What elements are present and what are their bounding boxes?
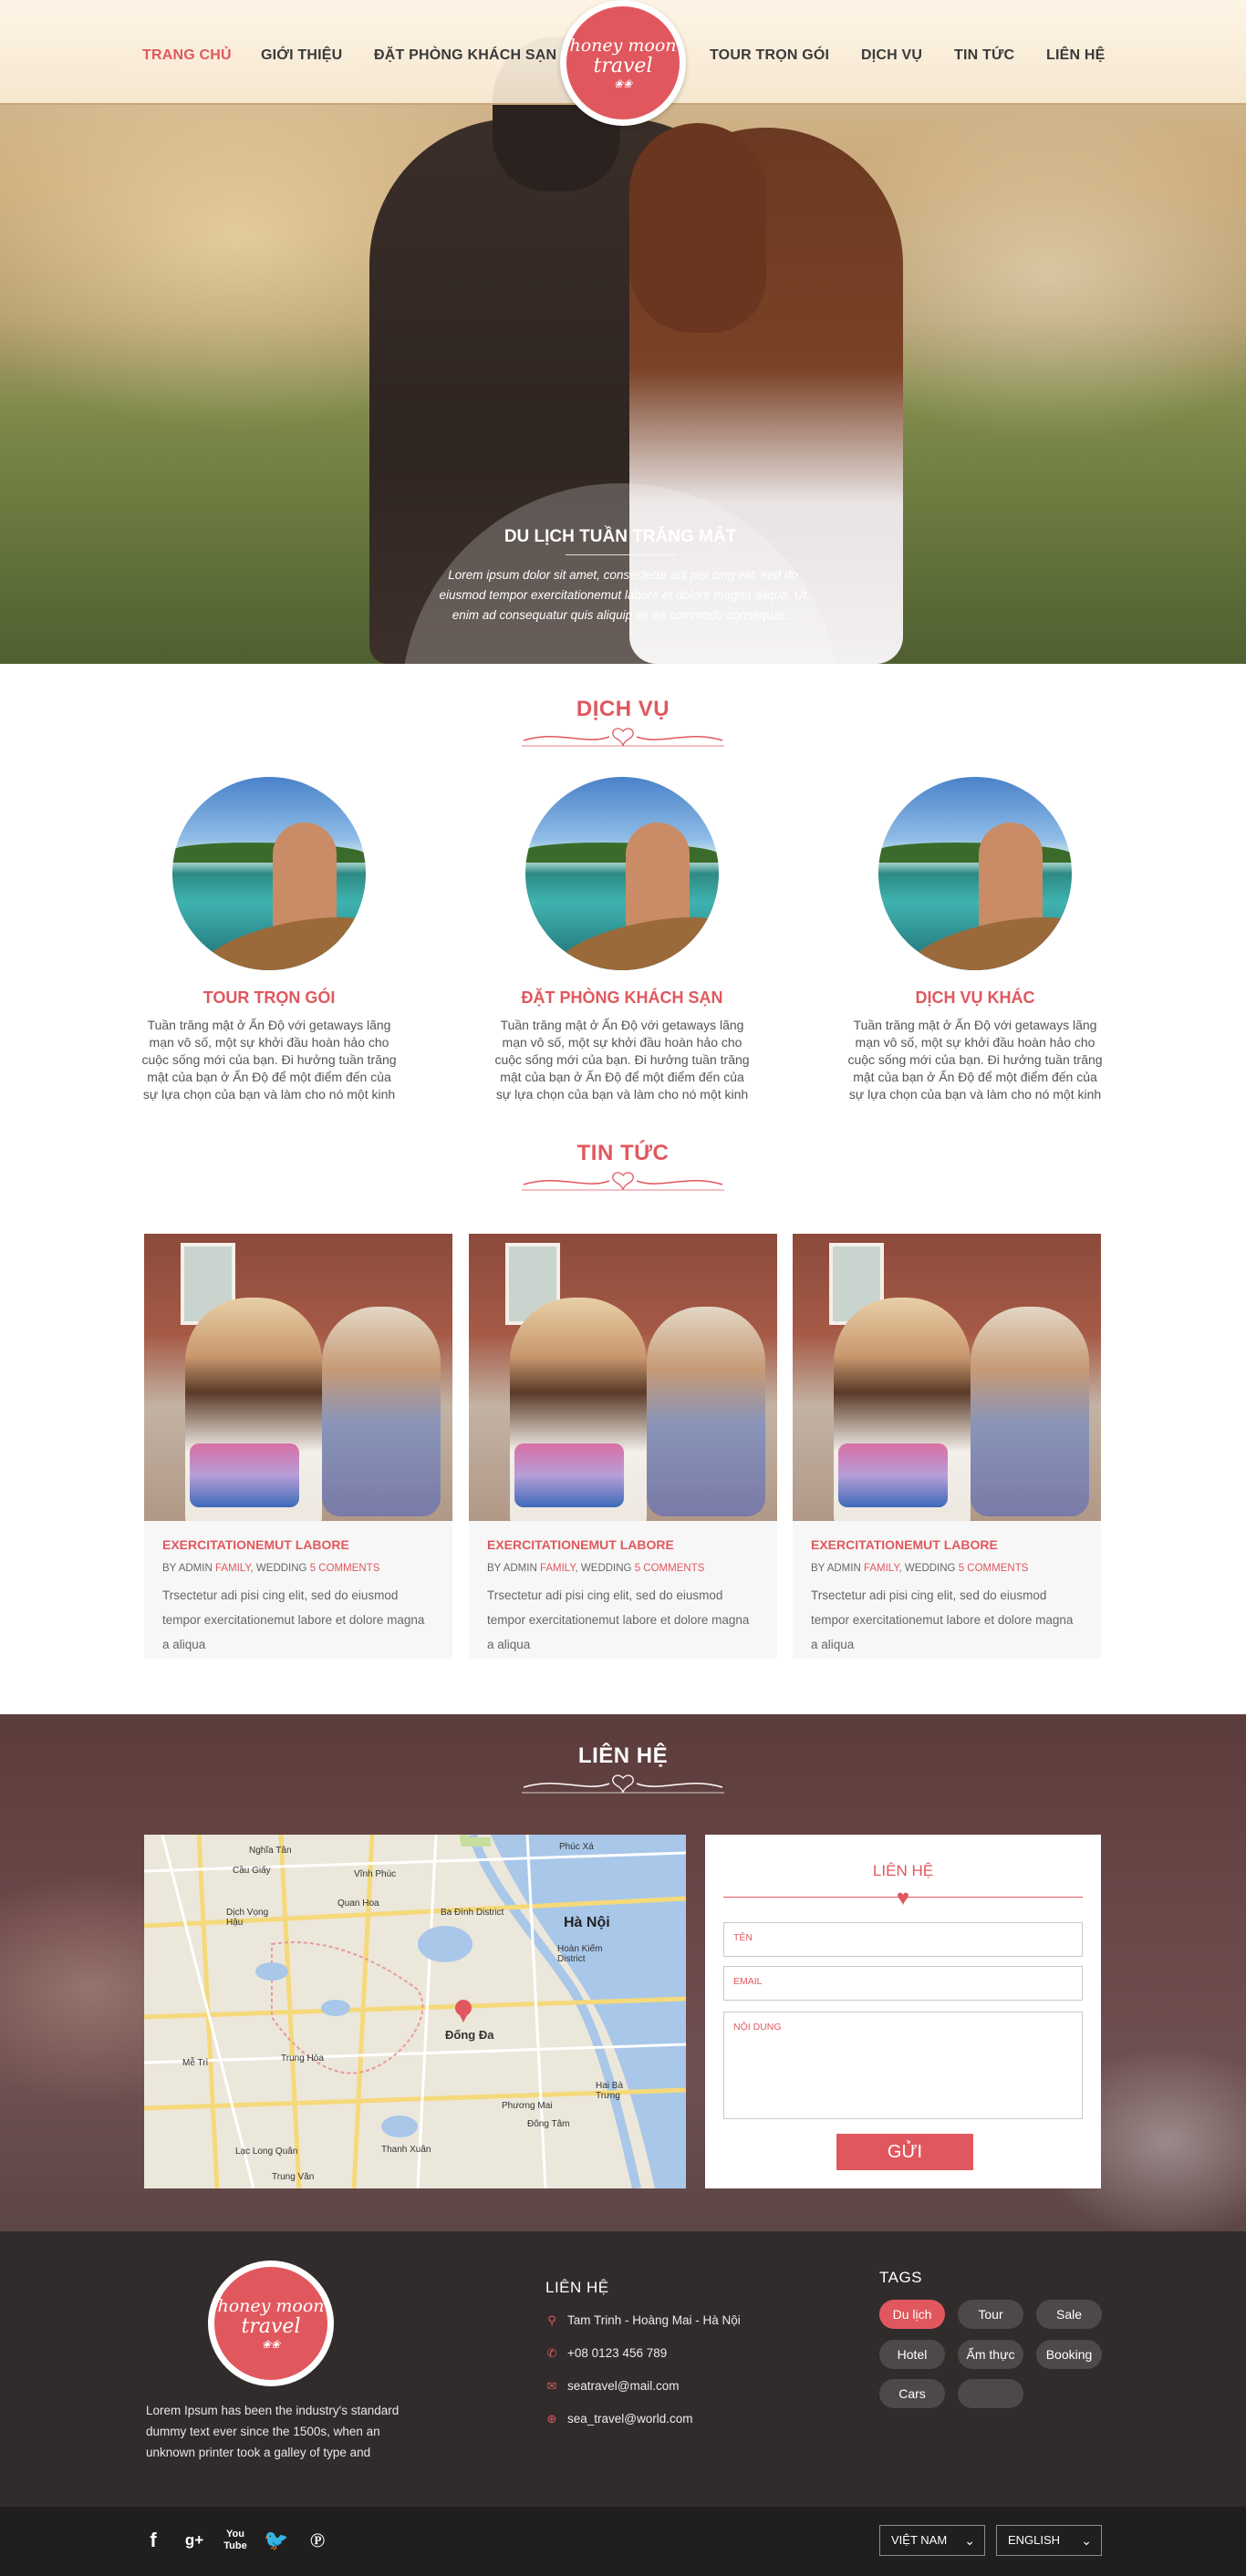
- tag-cars[interactable]: Cars: [879, 2379, 945, 2408]
- news-card: EXERCITATIONEMUT LABORE BY ADMIN FAMILY,…: [469, 1234, 777, 1659]
- message-field[interactable]: NỘI DUNG: [723, 2012, 1083, 2119]
- nav-dich-vu[interactable]: DỊCH VỤ: [861, 47, 922, 64]
- chevron-down-icon: ⌄: [964, 2533, 975, 2548]
- send-button[interactable]: GỬI: [836, 2134, 973, 2170]
- ornament-divider: [522, 728, 724, 747]
- contact-form: LIÊN HỆ ♥ TÊN EMAIL NỘI DUNG GỬI: [705, 1835, 1101, 2188]
- footer-address: ⚲ Tam Trinh - Hoàng Mai - Hà Nội: [545, 2313, 741, 2327]
- news-image[interactable]: [793, 1234, 1101, 1521]
- service-title[interactable]: ĐẶT PHÒNG KHÁCH SẠN: [485, 988, 759, 1008]
- contact-title: LIÊN HỆ: [577, 1743, 669, 1768]
- name-field[interactable]: TÊN: [723, 1922, 1083, 1957]
- service-image: [172, 777, 366, 970]
- service-title[interactable]: DỊCH VỤ KHÁC: [838, 988, 1112, 1008]
- nav-gioi-thieu[interactable]: GIỚI THIỆU: [261, 47, 342, 64]
- hero-text: Lorem ipsum dolor sit amet, consectetur …: [439, 568, 807, 622]
- news-excerpt: Trsectetur adi pisi cing elit, sed do ei…: [811, 1588, 1074, 1651]
- news-title: TIN TỨC: [576, 1141, 670, 1165]
- service-card: TOUR TRỌN GÓI Tuần trăng mật ở Ấn Độ với…: [132, 777, 406, 1103]
- heart-icon: ♥: [896, 1886, 910, 1910]
- mail-icon: ✉: [546, 2378, 557, 2393]
- news-card-title[interactable]: EXERCITATIONEMUT LABORE: [162, 1537, 434, 1552]
- form-title: LIÊN HỆ: [872, 1862, 934, 1879]
- tag-du-lich[interactable]: Du lịch: [879, 2300, 945, 2329]
- location-map[interactable]: Cầu Giấy Vĩnh Phúc Hà Nội Ba Đình Distri…: [144, 1835, 686, 2188]
- news-meta: BY ADMIN FAMILY, WEDDING 5 COMMENTS: [487, 1563, 705, 1574]
- nav-trang-chu[interactable]: TRANG CHỦ: [142, 47, 232, 64]
- pinterest-icon[interactable]: ℗: [304, 2527, 331, 2554]
- footer-logo[interactable]: honey moon travel ❀❀: [208, 2260, 334, 2386]
- site-logo[interactable]: honey moon travel ❀❀: [560, 0, 686, 126]
- language-select-vn[interactable]: VIỆT NAM ⌄: [879, 2525, 985, 2556]
- news-card-title[interactable]: EXERCITATIONEMUT LABORE: [487, 1537, 759, 1552]
- service-card: DỊCH VỤ KHÁC Tuần trăng mật ở Ấn Độ với …: [838, 777, 1112, 1103]
- ornament-divider: [522, 1774, 724, 1794]
- tag-tour[interactable]: Tour: [958, 2300, 1023, 2329]
- service-image: [525, 777, 719, 970]
- footer-website: ⊕ sea_travel@world.com: [546, 2411, 693, 2426]
- service-text: Tuần trăng mật ở Ấn Độ với getaways lãng…: [141, 1018, 397, 1102]
- page: DU LỊCH TUẦN TRĂNG MẬT Lorem ipsum dolor…: [0, 0, 1246, 2576]
- news-card: EXERCITATIONEMUT LABORE BY ADMIN FAMILY,…: [793, 1234, 1101, 1659]
- flower-icon: ❀❀: [261, 2338, 281, 2351]
- footer-tags-heading: TAGS: [879, 2269, 923, 2286]
- news-excerpt: Trsectetur adi pisi cing elit, sed do ei…: [162, 1588, 425, 1651]
- tag-empty[interactable]: [958, 2379, 1023, 2408]
- service-image: [878, 777, 1072, 970]
- footer-phone: ✆ +08 0123 456 789: [546, 2345, 668, 2360]
- service-text: Tuần trăng mật ở Ấn Độ với getaways lãng…: [847, 1018, 1103, 1102]
- news-image[interactable]: [469, 1234, 777, 1521]
- news-card: EXERCITATIONEMUT LABORE BY ADMIN FAMILY,…: [144, 1234, 452, 1659]
- footer-about-text: Lorem Ipsum has been the industry's stan…: [146, 2404, 400, 2459]
- news-meta: BY ADMIN FAMILY, WEDDING 5 COMMENTS: [811, 1563, 1029, 1574]
- hero-divider: [566, 554, 675, 555]
- footer: [0, 2231, 1246, 2507]
- service-title[interactable]: TOUR TRỌN GÓI: [132, 988, 406, 1008]
- chevron-down-icon: ⌄: [1081, 2533, 1092, 2548]
- footer-email: ✉ seatravel@mail.com: [546, 2378, 680, 2393]
- services-title: DỊCH VỤ: [576, 697, 670, 721]
- globe-icon: ⊕: [546, 2411, 557, 2426]
- news-meta: BY ADMIN FAMILY, WEDDING 5 COMMENTS: [162, 1563, 380, 1574]
- nav-tour-tron-goi[interactable]: TOUR TRỌN GÓI: [710, 47, 829, 64]
- email-field[interactable]: EMAIL: [723, 1966, 1083, 2001]
- footer-contact-heading: LIÊN HỆ: [545, 2279, 609, 2296]
- flower-icon: ❀❀: [613, 78, 633, 90]
- google-plus-icon[interactable]: g+: [181, 2527, 208, 2554]
- news-image[interactable]: [144, 1234, 452, 1521]
- phone-icon: ✆: [546, 2345, 557, 2360]
- ornament-divider: [522, 1172, 724, 1191]
- tag-booking[interactable]: Booking: [1036, 2340, 1102, 2369]
- nav-dat-phong[interactable]: ĐẶT PHÒNG KHÁCH SẠN: [374, 47, 556, 64]
- nav-lien-he[interactable]: LIÊN HỆ: [1046, 47, 1106, 64]
- hero-title: DU LỊCH TUẦN TRĂNG MẬT: [504, 527, 737, 546]
- facebook-icon[interactable]: f: [140, 2527, 167, 2554]
- tag-sale[interactable]: Sale: [1036, 2300, 1102, 2329]
- tag-am-thuc[interactable]: Ẩm thực: [958, 2340, 1023, 2369]
- service-card: ĐẶT PHÒNG KHÁCH SẠN Tuần trăng mật ở Ấn …: [485, 777, 759, 1103]
- news-card-title[interactable]: EXERCITATIONEMUT LABORE: [811, 1537, 1083, 1552]
- tag-hotel[interactable]: Hotel: [879, 2340, 945, 2369]
- language-select-en[interactable]: ENGLISH ⌄: [996, 2525, 1102, 2556]
- map-pin-icon: ⚲: [547, 2312, 556, 2327]
- nav-tin-tuc[interactable]: TIN TỨC: [954, 47, 1014, 64]
- twitter-icon[interactable]: 🐦: [263, 2527, 290, 2554]
- news-excerpt: Trsectetur adi pisi cing elit, sed do ei…: [487, 1588, 750, 1651]
- service-text: Tuần trăng mật ở Ấn Độ với getaways lãng…: [494, 1018, 750, 1102]
- youtube-icon[interactable]: You Tube: [222, 2527, 249, 2554]
